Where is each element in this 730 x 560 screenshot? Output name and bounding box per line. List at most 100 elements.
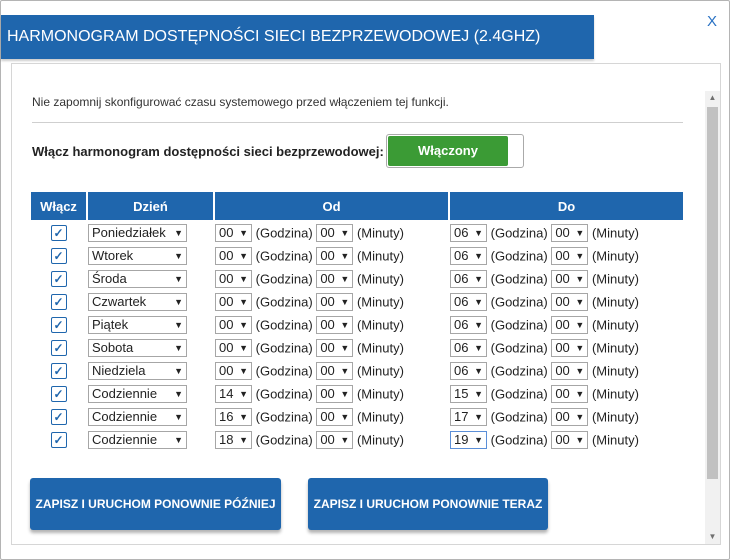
minute-label: (Minuty): [356, 363, 404, 378]
dropdown-arrow-icon: ▼: [239, 227, 248, 238]
day-select[interactable]: Codziennie ▼: [88, 407, 187, 426]
dropdown-arrow-icon: ▼: [474, 250, 483, 261]
to-minute-select[interactable]: 00 ▼: [551, 292, 589, 311]
minute-label: (Minuty): [356, 317, 404, 332]
dropdown-arrow-icon: ▼: [340, 411, 350, 422]
to-cell: 06 ▼ (Godzina) 00 ▼ (Minuty): [450, 222, 683, 243]
dropdown-arrow-icon: ▼: [340, 227, 350, 238]
close-icon[interactable]: X: [707, 13, 717, 30]
checkmark-icon: ✓: [53, 294, 64, 309]
day-select[interactable]: Sobota ▼: [88, 338, 187, 357]
enable-checkbox[interactable]: ✓: [50, 362, 67, 379]
from-hour-select[interactable]: 00 ▼: [215, 338, 252, 357]
from-minute-select[interactable]: 00 ▼: [316, 315, 354, 334]
from-hour-select[interactable]: 00 ▼: [215, 246, 252, 265]
to-hour-select[interactable]: 06 ▼: [450, 361, 487, 380]
to-hour-select[interactable]: 06 ▼: [450, 292, 487, 311]
schedule-toggle[interactable]: Włączony: [386, 134, 524, 168]
from-minute-select[interactable]: 00 ▼: [316, 407, 354, 426]
from-hour-select[interactable]: 14 ▼: [215, 384, 252, 403]
to-hour-select[interactable]: 06 ▼: [450, 338, 487, 357]
minute-label: (Minuty): [591, 248, 639, 263]
to-hour-select[interactable]: 19 ▼: [450, 430, 487, 449]
to-minute-select[interactable]: 00 ▼: [551, 361, 589, 380]
scroll-up-icon[interactable]: ▲: [705, 91, 720, 105]
hour-label: (Godzina): [255, 363, 313, 378]
enable-checkbox[interactable]: ✓: [50, 385, 67, 402]
from-minute-select[interactable]: 00 ▼: [316, 269, 354, 288]
to-hour-select[interactable]: 15 ▼: [450, 384, 487, 403]
day-select[interactable]: Poniedziałek ▼: [88, 223, 187, 242]
from-minute-select[interactable]: 00 ▼: [316, 361, 354, 380]
to-minute-select[interactable]: 00 ▼: [551, 407, 589, 426]
to-hour-select[interactable]: 06 ▼: [450, 269, 487, 288]
from-minute-select[interactable]: 00 ▼: [316, 292, 354, 311]
to-minute-select[interactable]: 00 ▼: [551, 384, 589, 403]
to-minute-select[interactable]: 00 ▼: [551, 430, 589, 449]
table-row: ✓ Środa ▼ 00 ▼ (Godzina) 00 ▼ (Minuty) 06 ▼ (Go…: [31, 268, 683, 289]
dropdown-arrow-icon: ▼: [474, 273, 483, 284]
enable-checkbox[interactable]: ✓: [50, 408, 67, 425]
day-cell: Sobota ▼: [88, 337, 213, 358]
day-select[interactable]: Codziennie ▼: [88, 430, 187, 449]
to-hour-select[interactable]: 17 ▼: [450, 407, 487, 426]
save-restart-now-button[interactable]: ZAPISZ I URUCHOM PONOWNIE TERAZ: [308, 478, 548, 530]
from-minute-select[interactable]: 00 ▼: [316, 223, 354, 242]
to-cell: 06 ▼ (Godzina) 00 ▼ (Minuty): [450, 360, 683, 381]
day-select[interactable]: Wtorek ▼: [88, 246, 187, 265]
table-row: ✓ Codziennie ▼ 18 ▼ (Godzina) 00 ▼ (Minuty) 19…: [31, 429, 683, 450]
to-hour-select[interactable]: 06 ▼: [450, 315, 487, 334]
to-minute-select[interactable]: 00 ▼: [551, 269, 589, 288]
enable-checkbox[interactable]: ✓: [50, 224, 67, 241]
from-minute-select[interactable]: 00 ▼: [316, 246, 354, 265]
to-minute-select[interactable]: 00 ▼: [551, 315, 589, 334]
from-minute-select[interactable]: 00 ▼: [316, 430, 354, 449]
from-hour-select[interactable]: 00 ▼: [215, 292, 252, 311]
schedule-dialog: HARMONOGRAM DOSTĘPNOŚCI SIECI BEZPRZEWOD…: [0, 0, 730, 560]
day-select[interactable]: Czwartek ▼: [88, 292, 187, 311]
to-minute-select[interactable]: 00 ▼: [551, 246, 589, 265]
dropdown-arrow-icon: ▼: [575, 319, 585, 330]
day-cell: Piątek ▼: [88, 314, 213, 335]
to-minute-select[interactable]: 00 ▼: [551, 338, 589, 357]
enable-checkbox[interactable]: ✓: [50, 293, 67, 310]
from-hour-select[interactable]: 00 ▼: [215, 361, 252, 380]
minute-label: (Minuty): [591, 294, 639, 309]
table-row: ✓ Sobota ▼ 00 ▼ (Godzina) 00 ▼ (Minuty) 06 ▼ (G…: [31, 337, 683, 358]
hour-label: (Godzina): [490, 363, 548, 378]
enable-checkbox[interactable]: ✓: [50, 339, 67, 356]
panel-scrollbar[interactable]: ▲ ▼: [705, 91, 720, 544]
from-minute-select[interactable]: 00 ▼: [316, 338, 354, 357]
day-select[interactable]: Środa ▼: [88, 269, 187, 288]
hour-label: (Godzina): [255, 271, 313, 286]
enable-checkbox[interactable]: ✓: [50, 270, 67, 287]
day-select[interactable]: Piątek ▼: [88, 315, 187, 334]
from-hour-select[interactable]: 18 ▼: [215, 430, 252, 449]
dropdown-arrow-icon: ▼: [340, 319, 350, 330]
day-select[interactable]: Niedziela ▼: [88, 361, 187, 380]
day-select[interactable]: Codziennie ▼: [88, 384, 187, 403]
from-hour-select[interactable]: 00 ▼: [215, 315, 252, 334]
enable-checkbox[interactable]: ✓: [50, 316, 67, 333]
scroll-thumb[interactable]: [707, 107, 718, 479]
from-hour-select[interactable]: 00 ▼: [215, 223, 252, 242]
schedule-panel: Nie zapomnij skonfigurować czasu systemo…: [11, 63, 721, 545]
toggle-knob[interactable]: [508, 136, 522, 166]
schedule-rows: ✓ Poniedziałek ▼ 00 ▼ (Godzina) 00 ▼ (Minuty)…: [31, 222, 683, 450]
enable-cell: ✓: [31, 314, 86, 335]
to-minute-select[interactable]: 00 ▼: [551, 223, 589, 242]
from-hour-select[interactable]: 00 ▼: [215, 269, 252, 288]
day-cell: Wtorek ▼: [88, 245, 213, 266]
from-hour-select[interactable]: 16 ▼: [215, 407, 252, 426]
enable-checkbox[interactable]: ✓: [50, 247, 67, 264]
from-cell: 00 ▼ (Godzina) 00 ▼ (Minuty): [215, 245, 448, 266]
to-hour-select[interactable]: 06 ▼: [450, 223, 487, 242]
minute-label: (Minuty): [591, 386, 639, 401]
scroll-down-icon[interactable]: ▼: [705, 530, 720, 544]
to-hour-select[interactable]: 06 ▼: [450, 246, 487, 265]
enable-checkbox[interactable]: ✓: [50, 431, 67, 448]
hour-label: (Godzina): [490, 386, 548, 401]
from-minute-select[interactable]: 00 ▼: [316, 384, 354, 403]
dropdown-arrow-icon: ▼: [474, 434, 483, 445]
save-restart-later-button[interactable]: ZAPISZ I URUCHOM PONOWNIE PÓŹNIEJ: [30, 478, 281, 530]
